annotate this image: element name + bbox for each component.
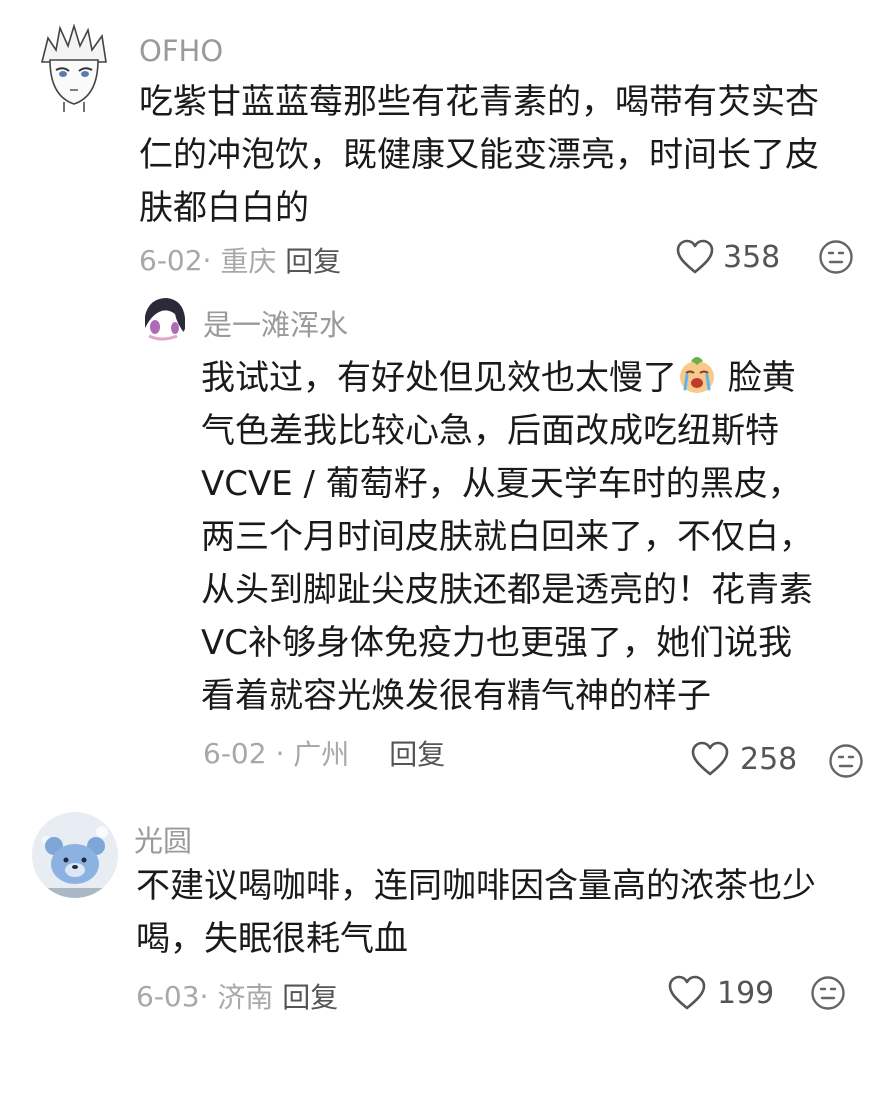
separator-dot: ·: [266, 736, 294, 770]
anime-girl-avatar-icon: [137, 294, 187, 344]
neutral-face-icon: [811, 976, 845, 1010]
reply-button[interactable]: 回复: [389, 733, 445, 773]
comment-line-with-emoji: 我试过，有好处但见效也太慢了 脸黄: [201, 352, 813, 405]
username[interactable]: 是一滩浑水: [203, 302, 348, 344]
dislike-button[interactable]: [828, 743, 864, 779]
heart-icon: [668, 975, 706, 1010]
comment-line: 喝，失眠很耗气血: [136, 919, 408, 959]
dislike-button[interactable]: [810, 975, 846, 1011]
comment-location: 重庆: [220, 245, 277, 278]
comment-line: 我试过，有好处但见效也太慢了: [201, 358, 677, 398]
heart-icon: [691, 741, 729, 776]
username[interactable]: 光圆: [134, 818, 192, 860]
crying-face-emoji-icon: [680, 357, 714, 393]
heart-icon: [676, 239, 714, 274]
comment-location: 广州: [293, 738, 350, 771]
comment-location: 济南: [217, 981, 274, 1014]
avatar[interactable]: [32, 812, 118, 898]
like-button[interactable]: 199: [668, 975, 774, 1011]
comment-meta: 6-02 · 广州 回复: [203, 733, 445, 773]
comment-line: 吃紫甘蓝蓝莓那些有花青素的，喝带有芡实杏: [139, 82, 819, 122]
comment-text: 不建议喝咖啡，连同咖啡因含量高的浓茶也少 喝，失眠很耗气血: [136, 860, 816, 966]
blue-bear-avatar-icon: [32, 812, 118, 898]
like-button[interactable]: 358: [676, 239, 780, 275]
comment-line: 仁的冲泡饮，既健康又能变漂亮，时间长了皮: [139, 135, 819, 175]
comment-meta: 6-02 · 重庆 回复: [139, 240, 341, 280]
avatar[interactable]: [137, 294, 187, 344]
comment-meta: 6-03 · 济南 回复: [136, 976, 338, 1016]
comment-text: 吃紫甘蓝蓝莓那些有花青素的，喝带有芡实杏 仁的冲泡饮，既健康又能变漂亮，时间长了…: [139, 76, 819, 235]
comment-date: 6-03: [136, 979, 200, 1013]
comment-line: 从头到脚趾尖皮肤还都是透亮的！花青素: [201, 570, 813, 610]
comment-line: VC补够身体免疫力也更强了，她们说我: [201, 623, 792, 663]
comment-date: 6-02: [203, 736, 267, 770]
comment-line: 脸黄: [717, 358, 796, 398]
neutral-face-icon: [819, 240, 853, 274]
comment-text: 我试过，有好处但见效也太慢了 脸黄 气色差我比较心急，后面改成吃纽斯特 VCVE…: [201, 352, 813, 723]
comment-line: 气色差我比较心急，后面改成吃纽斯特: [201, 411, 779, 451]
comment-line: 看着就容光焕发很有精气神的样子: [201, 676, 711, 716]
like-button[interactable]: 258: [691, 741, 797, 777]
comment-line: 两三个月时间皮肤就白回来了，不仅白，: [201, 517, 813, 557]
neutral-face-icon: [829, 744, 863, 778]
reply-button[interactable]: 回复: [285, 240, 341, 280]
like-count: 199: [717, 975, 775, 1011]
comment-date: 6-02: [139, 243, 203, 277]
like-count: 258: [740, 741, 798, 777]
comment-line: 肤都白白的: [139, 188, 309, 228]
separator-dot: ·: [199, 979, 218, 1013]
dislike-button[interactable]: [818, 239, 854, 275]
like-count: 358: [723, 239, 781, 275]
separator-dot: ·: [202, 243, 221, 277]
avatar[interactable]: [34, 24, 114, 112]
comment-line: VCVE / 葡萄籽，从夏天学车时的黑皮，: [201, 464, 802, 504]
username[interactable]: OFHO: [139, 34, 223, 68]
comment-line: 不建议喝咖啡，连同咖啡因含量高的浓茶也少: [136, 866, 816, 906]
reply-button[interactable]: 回复: [282, 976, 338, 1016]
anime-boy-avatar-icon: [34, 24, 114, 112]
